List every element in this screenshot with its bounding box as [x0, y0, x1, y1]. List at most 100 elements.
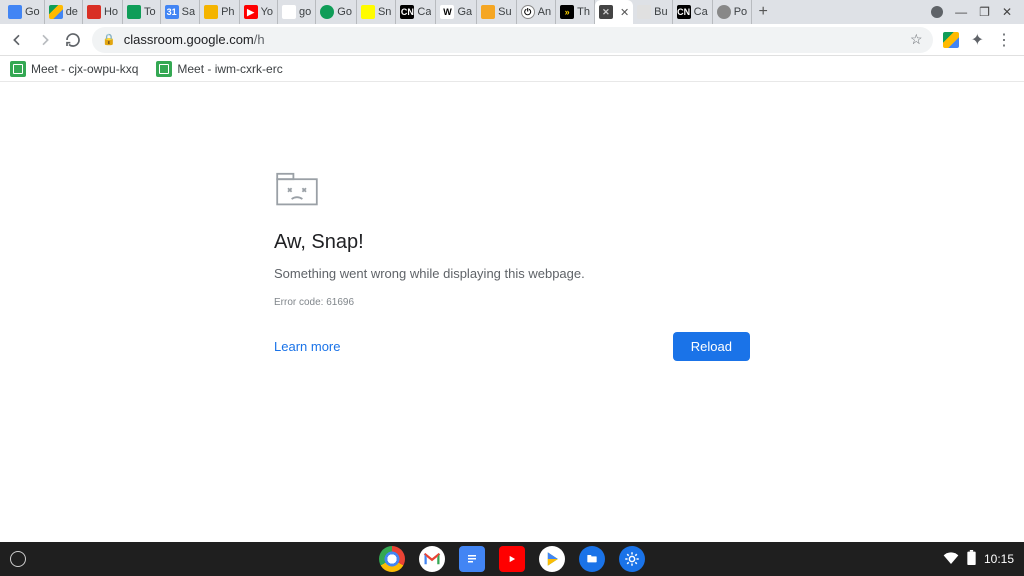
new-tab-button[interactable]: + [752, 3, 774, 21]
favicon-drive-icon [49, 5, 63, 19]
url: classroom.google.com/h [124, 32, 265, 47]
reload-button[interactable] [64, 31, 82, 49]
tab[interactable]: Bu [633, 0, 672, 24]
files-app-icon[interactable] [579, 546, 605, 572]
tab-label: Th [577, 6, 590, 18]
tab[interactable]: Ggo [278, 0, 316, 24]
favicon-sheets-icon [127, 5, 141, 19]
favicon-slides-icon [204, 5, 218, 19]
tab-label: go [299, 6, 311, 18]
tab[interactable]: CNCa [673, 0, 713, 24]
tab-label: To [144, 6, 156, 18]
tab[interactable]: 31Sa [161, 0, 200, 24]
tab[interactable]: Su [477, 0, 516, 24]
bookmark-label: Meet - cjx-owpu-kxq [31, 62, 138, 76]
battery-icon [967, 550, 976, 568]
favicon-wikipedia-icon: W [440, 5, 454, 19]
error-actions: Learn more Reload [274, 332, 750, 361]
tab-label: Bu [654, 6, 667, 18]
page-content: Aw, Snap! Something went wrong while dis… [0, 82, 1024, 542]
gmail-app-icon[interactable] [419, 546, 445, 572]
tab-label: Po [734, 6, 747, 18]
tab[interactable]: Ho [83, 0, 123, 24]
favicon-calendar-icon: 31 [165, 5, 179, 19]
tab[interactable]: de [45, 0, 83, 24]
tab[interactable]: To [123, 0, 161, 24]
tab-label: Ph [221, 6, 234, 18]
error-message: Something went wrong while displaying th… [274, 266, 750, 281]
launcher-button[interactable] [10, 551, 26, 567]
favicon-globe-icon [717, 5, 731, 19]
error-title: Aw, Snap! [274, 231, 750, 254]
tab-label: Go [25, 6, 40, 18]
status-tray[interactable]: 10:15 [943, 550, 1014, 568]
tab-label: Sn [378, 6, 391, 18]
drive-icon[interactable] [943, 32, 959, 48]
favicon-th-icon: » [560, 5, 574, 19]
bookmark-item[interactable]: Meet - cjx-owpu-kxq [10, 61, 138, 77]
tab-label: Ca [694, 6, 708, 18]
bookmark-star-icon[interactable]: ☆ [910, 31, 923, 48]
tab-label: Ca [417, 6, 431, 18]
reload-page-button[interactable]: Reload [673, 332, 750, 361]
tab[interactable]: WGa [436, 0, 477, 24]
tab[interactable]: Po [713, 0, 752, 24]
learn-more-link[interactable]: Learn more [274, 339, 340, 354]
tab[interactable]: Sn [357, 0, 396, 24]
wifi-icon [943, 552, 959, 567]
favicon-cn-icon: CN [400, 5, 414, 19]
tab-label: Yo [261, 6, 273, 18]
tab-strip: Go de Ho To 31Sa Ph ▶Yo Ggo Go Sn CNCa W… [0, 0, 1024, 24]
favicon-red-icon [87, 5, 101, 19]
tab-label: Ga [457, 6, 472, 18]
favicon-youtube-icon: ▶ [244, 5, 258, 19]
bookmark-item[interactable]: Meet - iwm-cxrk-erc [156, 61, 282, 77]
tab-label: Sa [182, 6, 195, 18]
youtube-app-icon[interactable] [499, 546, 525, 572]
docs-app-icon[interactable] [459, 546, 485, 572]
toolbar-actions: ✦ ⋮ [943, 30, 1016, 50]
tab[interactable]: ▶Yo [240, 0, 278, 24]
dead-folder-icon [274, 172, 320, 208]
lock-icon: 🔒 [102, 33, 116, 46]
tab-label: An [538, 6, 551, 18]
tab[interactable]: Go [4, 0, 45, 24]
favicon-cn-icon: CN [677, 5, 691, 19]
favicon-su-icon [481, 5, 495, 19]
extensions-icon[interactable]: ✦ [971, 30, 984, 50]
tab[interactable]: CNCa [396, 0, 436, 24]
tab[interactable]: »Th [556, 0, 595, 24]
play-store-app-icon[interactable] [539, 546, 565, 572]
address-bar[interactable]: 🔒 classroom.google.com/h ☆ [92, 27, 933, 53]
tab-label: Go [337, 6, 352, 18]
browser-toolbar: 🔒 classroom.google.com/h ☆ ✦ ⋮ [0, 24, 1024, 56]
forward-button[interactable] [36, 31, 54, 49]
tab-active[interactable]: ✕✕ [595, 0, 633, 24]
meet-icon [10, 61, 26, 77]
favicon-build-icon [637, 5, 651, 19]
tab-overview-icon[interactable] [931, 6, 943, 18]
settings-app-icon[interactable] [619, 546, 645, 572]
meet-icon [156, 61, 172, 77]
back-button[interactable] [8, 31, 26, 49]
error-code: Error code: 61696 [274, 297, 750, 308]
error-panel: Aw, Snap! Something went wrong while dis… [274, 172, 750, 361]
close-window-icon[interactable]: ✕ [1002, 5, 1012, 19]
bookmark-label: Meet - iwm-cxrk-erc [177, 62, 282, 76]
chromeos-shelf: 10:15 [0, 542, 1024, 576]
shelf-pinned-apps [379, 546, 645, 572]
close-tab-icon[interactable]: ✕ [620, 6, 629, 19]
minimize-icon[interactable]: — [955, 5, 967, 19]
tab-label: Ho [104, 6, 118, 18]
maximize-icon[interactable]: ❐ [979, 5, 990, 19]
tab[interactable]: ⏻An [517, 0, 556, 24]
favicon-docs-icon [8, 5, 22, 19]
window-controls: — ❐ ✕ [923, 5, 1020, 19]
tab-label: Su [498, 6, 511, 18]
favicon-power-icon: ⏻ [521, 5, 535, 19]
favicon-dead-icon: ✕ [599, 5, 613, 19]
chrome-app-icon[interactable] [379, 546, 405, 572]
tab[interactable]: Go [316, 0, 357, 24]
tab[interactable]: Ph [200, 0, 239, 24]
menu-icon[interactable]: ⋮ [996, 30, 1012, 50]
